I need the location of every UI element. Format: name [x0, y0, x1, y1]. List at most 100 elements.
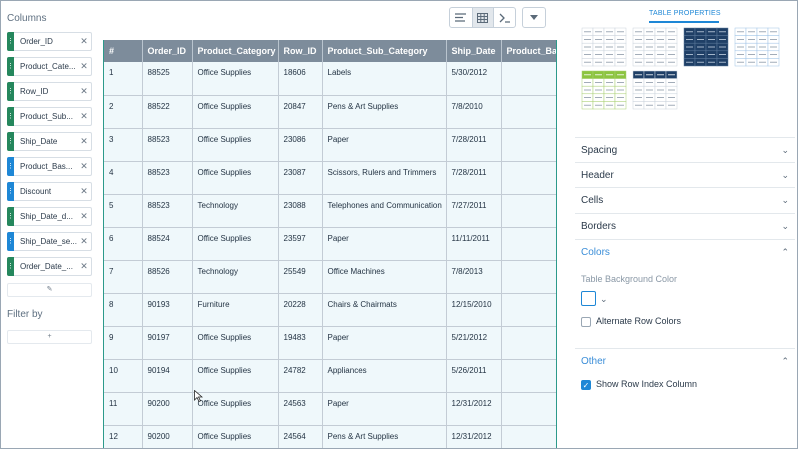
table-cell: Technology	[192, 260, 279, 294]
chevron-up-icon: ⌃	[781, 246, 789, 257]
section-header[interactable]: Header ⌄	[575, 162, 795, 187]
table-row[interactable]: 6 88524 Office Supplies 23597 Paper 11/11/201…	[104, 227, 556, 261]
column-header[interactable]: Product_Sub_Category	[322, 40, 447, 62]
table-cell: 8	[104, 293, 143, 327]
drag-handle-icon[interactable]: ⋮	[7, 82, 14, 101]
table-cell: 7/8/2010	[446, 95, 502, 129]
table-row[interactable]: 10 90194 Office Supplies 24782 Appliances 5/2…	[104, 359, 556, 393]
remove-column-icon[interactable]: ✕	[77, 86, 91, 97]
column-chip-label: Order_Date_...	[20, 262, 73, 271]
column-header[interactable]: Row_ID	[278, 40, 323, 62]
column-chip[interactable]: ⋮ Order_ID ✕	[7, 32, 92, 51]
column-chip[interactable]: ⋮ Ship_Date ✕	[7, 132, 92, 151]
column-chip[interactable]: ⋮ Row_ID ✕	[7, 82, 92, 101]
remove-column-icon[interactable]: ✕	[77, 36, 91, 47]
pencil-icon: ✎	[46, 286, 53, 293]
table-row[interactable]: 12 90200 Office Supplies 24564 Pens & Art Su…	[104, 425, 556, 448]
table-cell: 5	[104, 194, 143, 228]
table-cell: 7/28/2011	[446, 161, 502, 195]
table-row[interactable]: 4 88523 Office Supplies 23087 Scissors, Rule…	[104, 161, 556, 195]
dropdown-icon	[523, 8, 545, 27]
column-chip-label: Product_Sub...	[20, 112, 73, 121]
table-style-swatch[interactable]	[581, 70, 627, 110]
drag-handle-icon[interactable]: ⋮	[7, 132, 14, 151]
table-row[interactable]: 3 88523 Office Supplies 23086 Paper 7/28/2011	[104, 128, 556, 162]
table-cell: Appliances	[322, 359, 447, 393]
drag-handle-icon[interactable]: ⋮	[7, 207, 14, 226]
section-colors[interactable]: Colors ⌃	[575, 239, 795, 264]
column-chip[interactable]: ⋮ Order_Date_... ✕	[7, 257, 92, 276]
table-cell: 12/31/2012	[446, 425, 502, 448]
drag-handle-icon[interactable]: ⋮	[7, 107, 14, 126]
remove-column-icon[interactable]: ✕	[77, 136, 91, 147]
table-style-swatch[interactable]	[632, 70, 678, 110]
align-icon[interactable]	[450, 8, 472, 27]
table-row[interactable]: 7 88526 Technology 25549 Office Machines 7/8/…	[104, 260, 556, 294]
column-chip-label: Product_Cate...	[20, 62, 76, 71]
column-chip[interactable]: ⋮ Product_Cate... ✕	[7, 57, 92, 76]
column-header[interactable]: #	[104, 40, 143, 62]
column-header[interactable]: Ship_Date	[446, 40, 502, 62]
drag-handle-icon[interactable]: ⋮	[7, 157, 14, 176]
table-cell: 3	[104, 128, 143, 162]
table-style-swatch[interactable]	[683, 27, 729, 67]
alternate-row-colors-checkbox[interactable]	[581, 317, 591, 327]
table-cell: Office Supplies	[192, 425, 279, 448]
remove-column-icon[interactable]: ✕	[77, 211, 91, 222]
table-style-swatch[interactable]	[632, 27, 678, 67]
drag-handle-icon[interactable]: ⋮	[7, 32, 14, 51]
table-cell: 23597	[278, 227, 323, 261]
table-row[interactable]: 5 88523 Technology 23088 Telephones and Comm…	[104, 194, 556, 228]
remove-column-icon[interactable]: ✕	[77, 111, 91, 122]
section-header-label: Header	[581, 169, 614, 181]
column-chip[interactable]: ⋮ Discount ✕	[7, 182, 92, 201]
table-cell: 88522	[142, 95, 193, 129]
drag-handle-icon[interactable]: ⋮	[7, 57, 14, 76]
section-cells[interactable]: Cells ⌄	[575, 187, 795, 212]
section-borders[interactable]: Borders ⌄	[575, 213, 795, 238]
remove-column-icon[interactable]: ✕	[77, 186, 91, 197]
section-spacing[interactable]: Spacing ⌄	[575, 137, 795, 162]
column-chip[interactable]: ⋮ Product_Bas... ✕	[7, 157, 92, 176]
bg-color-picker[interactable]	[581, 291, 596, 306]
section-other[interactable]: Other ⌃	[575, 348, 795, 373]
chevron-down-icon: ⌄	[781, 169, 789, 180]
table-row[interactable]: 8 90193 Furniture 20228 Chairs & Chairmats 12…	[104, 293, 556, 327]
column-header[interactable]: Product_Category	[192, 40, 279, 62]
table-cell: Furniture	[192, 293, 279, 327]
drag-handle-icon[interactable]: ⋮	[7, 182, 14, 201]
show-row-index-checkbox[interactable]: ✓	[581, 380, 591, 390]
remove-column-icon[interactable]: ✕	[77, 236, 91, 247]
table-style-swatch[interactable]	[734, 27, 780, 67]
drag-handle-icon[interactable]: ⋮	[7, 232, 14, 251]
options-dropdown[interactable]	[522, 7, 546, 28]
table-icon[interactable]	[471, 8, 494, 27]
table-row[interactable]: 9 90197 Office Supplies 19483 Paper 5/21/2012	[104, 326, 556, 360]
column-header[interactable]: Product_Ba	[501, 40, 556, 62]
table-cell: 88525	[142, 62, 193, 96]
remove-column-icon[interactable]: ✕	[77, 261, 91, 272]
column-chip[interactable]: ⋮ Ship_Date_se... ✕	[7, 232, 92, 251]
console-icon[interactable]	[493, 8, 515, 27]
table-cell: 90200	[142, 425, 193, 448]
table-cell: 20847	[278, 95, 323, 129]
table-row[interactable]: 11 90200 Office Supplies 24563 Paper 12/31/20…	[104, 392, 556, 426]
table-row[interactable]: 1 88525 Office Supplies 18606 Labels 5/30/201…	[104, 62, 556, 96]
column-chip[interactable]: ⋮ Product_Sub... ✕	[7, 107, 92, 126]
tab-table-properties[interactable]: TABLE PROPERTIES	[649, 10, 721, 17]
table-cell: Labels	[322, 62, 447, 96]
table-row[interactable]: 2 88522 Office Supplies 20847 Pens & Art Sup…	[104, 95, 556, 129]
column-header[interactable]: Order_ID	[142, 40, 193, 62]
remove-column-icon[interactable]: ✕	[77, 61, 91, 72]
add-filter-button[interactable]: +	[7, 330, 92, 344]
chevron-down-icon[interactable]: ⌄	[600, 294, 608, 305]
section-colors-label: Colors	[581, 246, 610, 258]
chevron-down-icon: ⌄	[781, 220, 789, 231]
edit-columns-button[interactable]: ✎	[7, 283, 92, 297]
table-cell: 2	[104, 95, 143, 129]
view-toggle-group	[449, 7, 516, 28]
remove-column-icon[interactable]: ✕	[77, 161, 91, 172]
drag-handle-icon[interactable]: ⋮	[7, 257, 14, 276]
column-chip[interactable]: ⋮ Ship_Date_d... ✕	[7, 207, 92, 226]
table-style-swatch[interactable]	[581, 27, 627, 67]
